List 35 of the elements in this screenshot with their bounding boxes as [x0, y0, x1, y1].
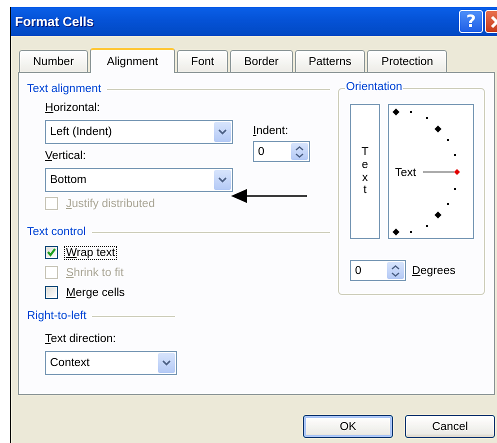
dropdown[interactable]: Bottom	[45, 168, 233, 192]
dropdown[interactable]: Context	[45, 351, 177, 375]
spin-arrows-icon	[387, 262, 404, 279]
field-label: Indent:	[253, 125, 290, 137]
help-button[interactable]: ?	[459, 10, 483, 33]
field-label: Text direction:	[45, 333, 117, 345]
field-label: Vertical:	[45, 150, 87, 162]
group-heading: Text control	[27, 226, 86, 238]
field-label: Horizontal:	[45, 102, 101, 114]
tab[interactable]: Number	[19, 50, 88, 72]
checkbox-label: Wrap text	[64, 246, 118, 260]
dialog-button[interactable]: Cancel	[405, 415, 495, 438]
window-title: Format Cells	[15, 14, 95, 29]
checkbox-label: Shrink to fit	[65, 266, 125, 280]
tab[interactable]: Border	[230, 50, 293, 72]
group-heading: Orientation	[345, 81, 404, 93]
dropdown[interactable]: Left (Indent)	[45, 120, 233, 144]
checkbox[interactable]	[45, 246, 58, 259]
vertical-text-box[interactable]: Text	[350, 104, 380, 239]
dialog-button[interactable]: OK	[303, 415, 393, 438]
checkbox-label: Justify distributed	[65, 196, 156, 210]
group-heading: Text alignment	[27, 83, 102, 95]
spin-arrows-icon	[291, 143, 308, 160]
orientation-dial[interactable]: Text	[388, 104, 474, 239]
tab[interactable]: Patterns	[294, 50, 366, 72]
spin-box[interactable]: 0	[253, 141, 310, 162]
field-label: Degrees	[412, 264, 456, 276]
tab[interactable]: Font	[177, 50, 228, 72]
tab[interactable]: Protection	[367, 50, 448, 72]
checkbox[interactable]	[45, 286, 58, 299]
spin-box[interactable]: 0	[350, 260, 406, 281]
tab[interactable]: Alignment	[90, 48, 176, 73]
group-heading: Right-to-left	[27, 310, 86, 322]
checkbox-label: Merge cells	[65, 286, 126, 300]
dial-text: Text	[395, 167, 416, 179]
